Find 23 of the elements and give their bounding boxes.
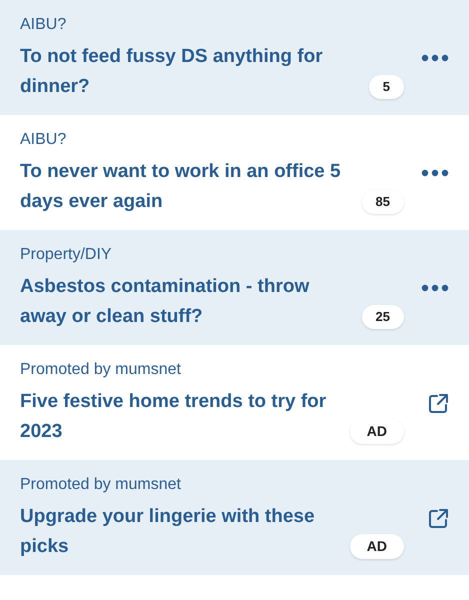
more-icon[interactable] — [421, 54, 449, 62]
thread-row[interactable]: Property/DIY Asbestos contamination - throw away or clean stuff? 25 — [0, 230, 469, 345]
external-link-icon[interactable] — [427, 393, 449, 415]
ad-label: AD — [350, 534, 404, 559]
thread-row[interactable]: Promoted by mumsnet Upgrade your lingerie with these picks AD — [0, 460, 469, 575]
thread-title[interactable]: Asbestos contamination - throw away or clean stuff? — [20, 272, 350, 332]
more-icon[interactable] — [421, 284, 449, 292]
category-label: Promoted by mumsnet — [20, 475, 181, 495]
reply-count: 85 — [362, 190, 404, 214]
thread-title[interactable]: Upgrade your lingerie with these picks — [20, 502, 340, 562]
thread-title[interactable]: To not feed fussy DS anything for dinner? — [20, 42, 357, 102]
thread-title[interactable]: To never want to work in an office 5 days ever again — [20, 157, 350, 217]
category-label: AIBU? — [20, 15, 66, 35]
ad-label: AD — [350, 419, 404, 444]
reply-count: 25 — [362, 305, 404, 329]
category-label: Promoted by mumsnet — [20, 360, 181, 380]
more-icon[interactable] — [421, 169, 449, 177]
external-link-icon[interactable] — [427, 508, 449, 530]
category-label: AIBU? — [20, 130, 66, 150]
thread-row[interactable]: AIBU? To not feed fussy DS anything for dinner? 5 — [0, 0, 469, 115]
thread-title[interactable]: Five festive home trends to try for 2023 — [20, 387, 340, 447]
category-label: Property/DIY — [20, 245, 112, 265]
reply-count: 5 — [368, 75, 404, 99]
